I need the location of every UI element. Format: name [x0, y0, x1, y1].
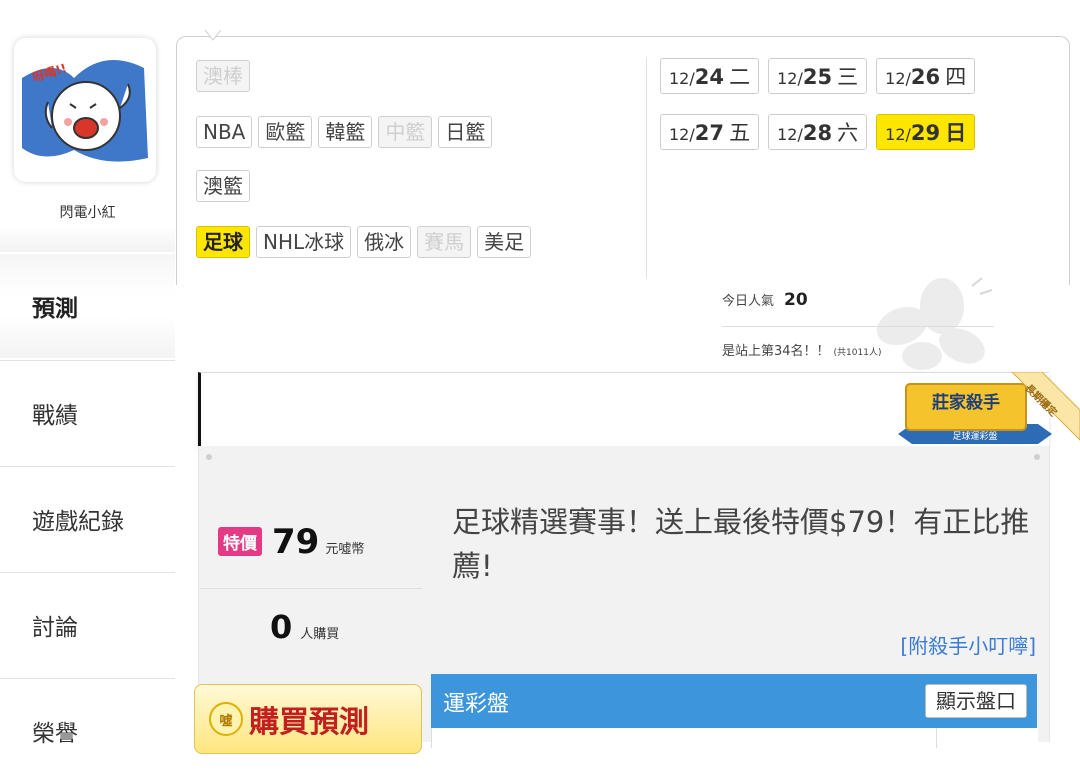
sports-lottery-table [431, 728, 1038, 748]
sports-lottery-title: 運彩盤 [443, 692, 510, 717]
date-row: 12/24 二 12/25 三 12/26 四 [660, 58, 976, 94]
panel-notch-icon [205, 30, 221, 41]
sport-chip-nba[interactable]: NBA [196, 116, 253, 148]
rank-text: 是站上第34名！！ [722, 344, 830, 359]
show-odds-button[interactable]: 顯示盤口 [925, 684, 1027, 718]
sport-row: 澳棒 [196, 60, 250, 92]
buyers-unit: 人購買 [300, 627, 340, 642]
dealer-killer-badge: 莊家殺手 足球運彩盤 長期穩定 [892, 371, 1080, 456]
sidebar: 呀喝!! 閃電小紅 預測 戰績 遊戲紀錄 討論 榮譽 [0, 0, 175, 747]
badge-title: 莊家殺手 [932, 393, 1000, 413]
panel-divider [646, 58, 647, 278]
popularity-label: 今日人氣 [722, 294, 775, 309]
sport-chip-american-football[interactable]: 美足 [477, 226, 532, 258]
date-month: 12/ [885, 69, 911, 88]
sport-chip-china-basketball: 中籃 [378, 116, 433, 148]
stats-divider [722, 326, 994, 327]
killer-tips-link[interactable]: [附殺手小叮嚀] [900, 630, 1036, 659]
date-month: 12/ [669, 69, 695, 88]
table-divider [936, 728, 937, 748]
nav-honors[interactable]: 榮譽 [0, 678, 175, 782]
nav-predict[interactable]: 預測 [0, 254, 175, 358]
date-weekday: 六 [837, 121, 859, 145]
date-day: 28 [802, 121, 833, 145]
coin-icon: 噓 [209, 702, 243, 736]
price-value: 79 [272, 522, 320, 562]
date-month: 12/ [777, 69, 803, 88]
date-chip[interactable]: 12/24 二 [660, 58, 760, 94]
date-day: 24 [694, 65, 724, 89]
nav-game-history[interactable]: 遊戲紀錄 [0, 466, 175, 570]
nav-label: 討論 [32, 614, 78, 641]
date-row: 12/27 五 12/28 六 12/29 日 [660, 114, 976, 150]
date-weekday: 日 [945, 121, 967, 145]
price-divider [200, 588, 422, 589]
date-day: 25 [802, 65, 833, 89]
date-month: 12/ [885, 125, 911, 144]
avatar-illustration [14, 38, 156, 182]
nav-record[interactable]: 戰績 [0, 360, 175, 464]
pin-icon [1034, 454, 1040, 460]
sport-row: NBA 歐籃 韓籃 中籃 日籃 [196, 116, 493, 148]
sport-chip-japan-basketball[interactable]: 日籃 [438, 116, 493, 148]
buy-prediction-label: 購買預測 [249, 705, 369, 740]
pin-icon [206, 454, 212, 460]
offer-headline: 足球精選賽事！送上最後特價$79！有正比推薦! [452, 505, 1030, 583]
buyers-count: 0 [270, 608, 293, 646]
sport-row: 足球 NHL冰球 俄冰 賽馬 美足 [196, 226, 532, 258]
price-row: 特價 79 元噓幣 [218, 522, 364, 562]
rank: 是站上第34名！！ (共1011人) [722, 340, 881, 359]
price-unit: 元噓幣 [325, 542, 365, 557]
sport-chip-korea-basketball[interactable]: 韓籃 [318, 116, 373, 148]
popularity-value: 20 [784, 290, 808, 310]
date-chip[interactable]: 12/28 六 [768, 114, 868, 150]
sport-chip-horse-racing: 賽馬 [417, 226, 472, 258]
date-weekday: 二 [729, 65, 751, 89]
date-chip-selected[interactable]: 12/29 日 [876, 114, 976, 150]
date-day: 27 [694, 121, 724, 145]
date-month: 12/ [777, 125, 803, 144]
special-price-tag: 特價 [218, 527, 262, 556]
sport-chip-soccer[interactable]: 足球 [196, 226, 250, 258]
date-month: 12/ [669, 125, 695, 144]
sport-chip-aus-basketball[interactable]: 澳籃 [196, 170, 250, 202]
rank-total: (共1011人) [833, 348, 882, 358]
nav-label: 遊戲紀錄 [32, 508, 124, 535]
badge-subtitle: 足球運彩盤 [952, 432, 998, 442]
date-chip[interactable]: 12/27 五 [660, 114, 760, 150]
date-weekday: 三 [837, 65, 859, 89]
flower-decoration-icon [876, 277, 993, 370]
username-divider [0, 226, 175, 252]
avatar[interactable]: 呀喝!! [14, 38, 156, 182]
nav-label: 預測 [32, 296, 78, 322]
date-weekday: 五 [729, 121, 751, 145]
date-chip[interactable]: 12/25 三 [768, 58, 868, 94]
sport-chip-aus-baseball: 澳棒 [196, 60, 250, 92]
nav-label: 榮譽 [32, 720, 78, 747]
sport-chip-euro-basketball[interactable]: 歐籃 [258, 116, 313, 148]
date-day: 26 [910, 65, 941, 89]
sport-chip-nhl-hockey[interactable]: NHL冰球 [256, 226, 352, 258]
sport-chip-russia-hockey[interactable]: 俄冰 [357, 226, 412, 258]
sport-row: 澳籃 [196, 170, 250, 202]
username[interactable]: 閃電小紅 [0, 202, 175, 222]
date-chip[interactable]: 12/26 四 [876, 58, 976, 94]
popularity: 今日人氣 20 [722, 290, 808, 310]
nav-label: 戰績 [32, 402, 78, 429]
buy-prediction-button[interactable]: 噓 購買預測 [194, 684, 422, 754]
nav-discussion[interactable]: 討論 [0, 572, 175, 676]
sports-lottery-header: 運彩盤 顯示盤口 [431, 674, 1037, 728]
date-day: 29 [910, 121, 941, 145]
date-weekday: 四 [945, 65, 967, 89]
buyers-row: 0 人購買 [270, 608, 339, 646]
